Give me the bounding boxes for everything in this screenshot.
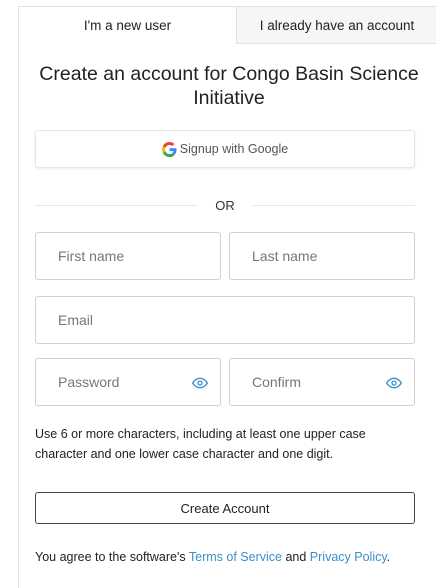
tab-bar: I'm a new user I already have an account (19, 6, 436, 44)
last-name-field[interactable] (229, 232, 415, 280)
eye-icon[interactable] (385, 375, 403, 391)
eye-icon[interactable] (191, 375, 209, 391)
tab-new-user[interactable]: I'm a new user (19, 6, 236, 44)
confirm-password-field[interactable] (229, 358, 415, 406)
agreement-text: You agree to the software's Terms of Ser… (35, 547, 415, 567)
agreement-prefix: You agree to the software's (35, 550, 189, 564)
tab-existing-user[interactable]: I already have an account (236, 6, 436, 44)
agreement-suffix: . (386, 550, 391, 564)
divider-line-right (253, 205, 415, 206)
first-name-field[interactable] (35, 232, 221, 280)
email-field[interactable] (35, 296, 415, 344)
password-field[interactable] (35, 358, 221, 406)
google-g-icon (161, 141, 177, 157)
divider-line-left (35, 205, 197, 206)
create-account-button[interactable]: Create Account (35, 492, 415, 524)
last-name-input[interactable] (250, 247, 414, 265)
privacy-policy-link[interactable]: Privacy Policy (310, 550, 387, 564)
first-name-input[interactable] (56, 247, 220, 265)
agreement-middle: and (281, 550, 310, 564)
terms-of-service-link[interactable]: Terms of Service (189, 550, 282, 564)
google-signup-label: Signup with Google (179, 142, 289, 156)
page-title: Create an account for Congo Basin Scienc… (39, 63, 419, 109)
or-divider: OR (35, 192, 415, 218)
google-signup-button[interactable]: Signup with Google (35, 130, 415, 168)
or-text: OR (215, 198, 235, 213)
signup-card: I'm a new user I already have an account… (18, 6, 436, 588)
email-input[interactable] (56, 311, 414, 329)
password-hint: Use 6 or more characters, including at l… (35, 427, 366, 461)
